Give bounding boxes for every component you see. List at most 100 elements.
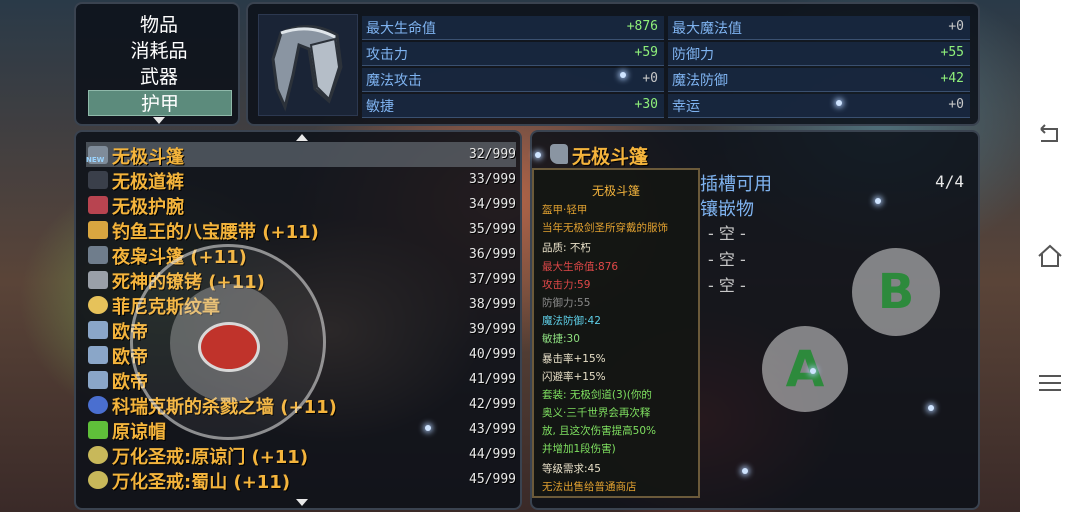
a-button[interactable]: A xyxy=(762,326,848,412)
list-scroll-up-icon[interactable] xyxy=(296,134,308,141)
stat-value: +55 xyxy=(940,45,964,60)
cloak-icon xyxy=(88,246,108,264)
bracer-icon xyxy=(88,196,108,214)
emblem-icon xyxy=(88,296,108,314)
sparkle-effect xyxy=(742,468,748,474)
sparkle-effect xyxy=(928,405,934,411)
item-name: 无极道裤 xyxy=(112,172,184,193)
tooltip-set-line1: 套装: 无极剑道(3)(你的 xyxy=(542,389,652,401)
tooltip-agility: 敏捷:30 xyxy=(542,333,580,345)
item-preview-frame xyxy=(258,14,358,116)
tooltip-unsellable: 无法出售给普通商店 xyxy=(542,481,637,493)
stat-attack: 攻击力 +59 xyxy=(362,42,664,66)
stat-label: 敏捷 xyxy=(366,99,394,115)
list-item[interactable]: 无极道裤 33/999 xyxy=(86,167,516,193)
list-item[interactable]: 原谅帽 43/999 xyxy=(86,417,516,443)
tooltip-set-line2: 奥义·三千世界会再次释 xyxy=(542,407,651,419)
tooltip-set-line3: 放, 且这次伤害提高50% xyxy=(542,425,657,437)
joystick-knob[interactable] xyxy=(198,322,260,372)
sparkle-effect xyxy=(535,152,541,158)
slot-available-label: 插槽可用 xyxy=(700,174,772,195)
list-item[interactable]: 钓鱼王的八宝腰带 (+11) 35/999 xyxy=(86,217,516,243)
list-item[interactable]: 万化圣戒:蜀山 (+11) 45/999 xyxy=(86,467,516,493)
item-count: 40/999 xyxy=(469,347,516,362)
scroll-icon xyxy=(88,346,108,364)
stats-panel: 最大生命值 +876 攻击力 +59 魔法攻击 +0 敏捷 +30 最大魔法值 … xyxy=(246,2,980,126)
item-count: 41/999 xyxy=(469,372,516,387)
category-panel: 物品 消耗品 武器 护甲 xyxy=(74,2,240,126)
item-count: 43/999 xyxy=(469,422,516,437)
detail-item-name: 无极斗篷 xyxy=(572,146,649,168)
stat-label: 最大生命值 xyxy=(366,21,436,37)
inlay-slot[interactable]: - 空 - xyxy=(708,272,746,296)
item-name: 无极斗篷 xyxy=(112,147,184,168)
inlay-slot[interactable]: - 空 - xyxy=(708,220,746,244)
tooltip-attack: 攻击力:59 xyxy=(542,279,591,291)
stat-magic-attack: 魔法攻击 +0 xyxy=(362,68,664,92)
scroll-icon xyxy=(88,321,108,339)
cloak-icon xyxy=(550,144,568,164)
sparkle-effect xyxy=(425,425,431,431)
shackle-icon xyxy=(88,271,108,289)
list-item[interactable]: 万化圣戒:原谅门 (+11) 44/999 xyxy=(86,442,516,468)
menu-icon[interactable] xyxy=(1035,368,1065,398)
item-count: 36/999 xyxy=(469,247,516,262)
item-count: 42/999 xyxy=(469,397,516,412)
item-tooltip: 无极斗篷 盔甲·轻甲 当年无极剑圣所穿戴的服饰 品质: 不朽 最大生命值:876… xyxy=(532,168,700,498)
stat-value: +59 xyxy=(634,45,658,60)
category-consumables[interactable]: 消耗品 xyxy=(76,38,242,64)
stat-luck: 幸运 +0 xyxy=(668,94,970,118)
list-item[interactable]: 夜枭斗篷 (+11) 36/999 xyxy=(86,242,516,268)
stat-value: +30 xyxy=(634,97,658,112)
slot-count: 4/4 xyxy=(935,172,964,191)
stat-value: +0 xyxy=(642,71,658,86)
android-nav-bar xyxy=(1020,0,1080,512)
tooltip-title: 无极斗篷 xyxy=(591,184,640,198)
scroll-icon xyxy=(88,371,108,389)
tooltip-magic-defense: 魔法防御:42 xyxy=(542,315,601,327)
b-button[interactable]: B xyxy=(852,248,940,336)
stat-label: 幸运 xyxy=(672,99,700,115)
stat-label: 最大魔法值 xyxy=(672,21,742,37)
game-screen: 物品 消耗品 武器 护甲 最大生命值 +876 攻击力 +59 魔法攻击 +0 … xyxy=(0,0,1020,512)
ring-icon xyxy=(88,471,108,489)
item-count: 37/999 xyxy=(469,272,516,287)
tooltip-type: 盔甲·轻甲 xyxy=(542,204,588,216)
list-item[interactable]: 无极护腕 34/999 xyxy=(86,192,516,218)
stat-max-mp: 最大魔法值 +0 xyxy=(668,16,970,40)
category-items[interactable]: 物品 xyxy=(76,12,242,38)
item-count: 38/999 xyxy=(469,297,516,312)
home-icon[interactable] xyxy=(1035,241,1065,271)
cloak-icon xyxy=(271,25,343,112)
inlay-label: 镶嵌物 xyxy=(700,199,754,220)
item-name: 原谅帽 xyxy=(112,422,166,443)
belt-icon xyxy=(88,221,108,239)
item-count: 32/999 xyxy=(469,147,516,162)
back-icon[interactable] xyxy=(1035,120,1065,150)
item-name: 钓鱼王的八宝腰带 (+11) xyxy=(112,222,319,243)
tooltip-defense: 防御力:55 xyxy=(542,297,591,309)
item-name: 万化圣戒:原谅门 (+11) xyxy=(112,447,309,468)
category-armor[interactable]: 护甲 xyxy=(88,90,232,116)
tooltip-quality: 品质: 不朽 xyxy=(542,242,591,254)
item-count: 45/999 xyxy=(469,472,516,487)
hat-icon xyxy=(88,421,108,439)
sparkle-effect xyxy=(875,198,881,204)
tooltip-level: 等级需求:45 xyxy=(542,463,601,475)
sparkle-effect xyxy=(836,100,842,106)
category-scroll-down-icon[interactable] xyxy=(153,117,165,124)
list-item[interactable]: NEW 无极斗篷 32/999 xyxy=(86,142,516,168)
ring-icon xyxy=(88,446,108,464)
stat-value: +0 xyxy=(948,97,964,112)
item-count: 35/999 xyxy=(469,222,516,237)
stat-label: 攻击力 xyxy=(366,47,408,63)
stat-label: 魔法攻击 xyxy=(366,73,422,89)
tooltip-desc: 当年无极剑圣所穿戴的服饰 xyxy=(542,222,668,234)
inlay-slot[interactable]: - 空 - xyxy=(708,246,746,270)
stat-value: +0 xyxy=(948,19,964,34)
list-scroll-down-icon[interactable] xyxy=(296,499,308,506)
category-weapons[interactable]: 武器 xyxy=(76,64,242,90)
tooltip-crit: 暴击率+15% xyxy=(542,353,606,365)
stat-label: 魔法防御 xyxy=(672,73,728,89)
tooltip-dodge: 闪避率+15% xyxy=(542,371,606,383)
